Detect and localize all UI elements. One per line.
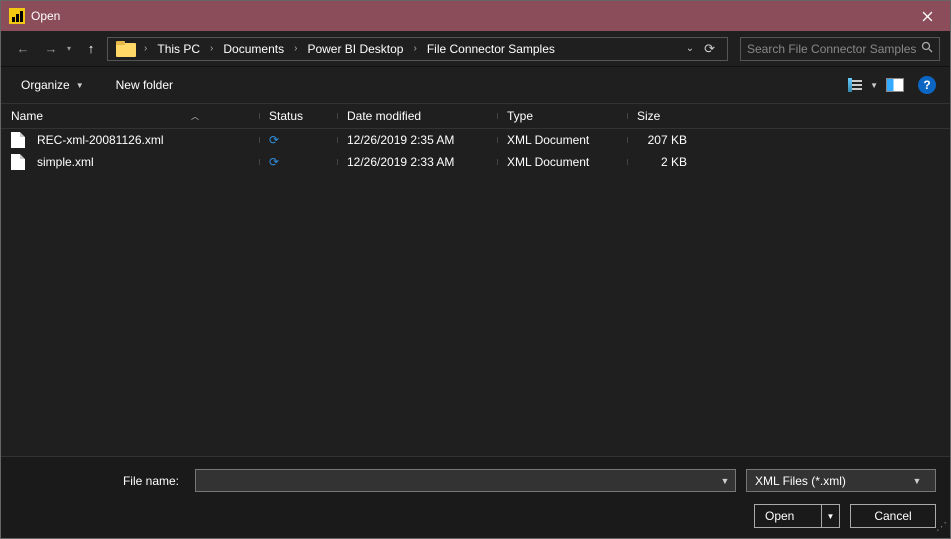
search-input[interactable]: [747, 42, 917, 56]
breadcrumb-item[interactable]: Power BI Desktop: [303, 40, 407, 58]
app-icon: [9, 8, 25, 24]
window-title: Open: [31, 9, 60, 23]
file-icon: [11, 132, 25, 148]
open-button[interactable]: Open ▼: [754, 504, 840, 528]
chevron-right-icon: ›: [138, 43, 153, 54]
organize-button[interactable]: Organize ▼: [15, 74, 90, 96]
file-size: 2 KB: [627, 155, 717, 169]
sync-icon: ⟳: [269, 133, 279, 147]
open-label: Open: [765, 509, 794, 523]
breadcrumb-item[interactable]: This PC: [153, 40, 204, 58]
address-bar[interactable]: › This PC › Documents › Power BI Desktop…: [107, 37, 728, 61]
column-name[interactable]: Name ︿: [1, 109, 259, 123]
new-folder-label: New folder: [116, 78, 173, 92]
open-dialog: Open ← → ▾ ↑ › This PC › Documents › Pow…: [0, 0, 951, 539]
chevron-down-icon: ▼: [76, 81, 84, 90]
file-date: 12/26/2019 2:33 AM: [337, 155, 497, 169]
chevron-right-icon: ›: [204, 43, 219, 54]
navbar: ← → ▾ ↑ › This PC › Documents › Power BI…: [1, 31, 950, 67]
chevron-right-icon: ›: [407, 43, 422, 54]
file-name: simple.xml: [37, 155, 94, 169]
preview-pane-button[interactable]: [886, 78, 904, 92]
sync-icon: ⟳: [269, 155, 279, 169]
recent-locations-dropdown[interactable]: ▾: [67, 44, 71, 53]
chevron-down-icon: ▼: [907, 476, 927, 486]
help-button[interactable]: ?: [918, 76, 936, 94]
chevron-down-icon: ▼: [870, 81, 878, 90]
chevron-down-icon[interactable]: ▼: [715, 476, 735, 486]
view-options-button[interactable]: ▼: [842, 78, 878, 92]
column-status[interactable]: Status: [259, 109, 337, 123]
file-rows: REC-xml-20081126.xml ⟳ 12/26/2019 2:35 A…: [1, 129, 950, 456]
cancel-label: Cancel: [874, 509, 911, 523]
file-list: Name ︿ Status Date modified Type Size RE…: [1, 103, 950, 456]
new-folder-button[interactable]: New folder: [110, 74, 179, 96]
close-button[interactable]: [904, 1, 950, 31]
cancel-button[interactable]: Cancel: [850, 504, 936, 528]
file-row[interactable]: REC-xml-20081126.xml ⟳ 12/26/2019 2:35 A…: [1, 129, 950, 151]
file-type-filter[interactable]: XML Files (*.xml) ▼: [746, 469, 936, 492]
breadcrumb-item[interactable]: File Connector Samples: [423, 40, 559, 58]
column-type[interactable]: Type: [497, 109, 627, 123]
up-button[interactable]: ↑: [79, 37, 103, 61]
resize-grip[interactable]: ⋰: [936, 524, 948, 536]
refresh-button[interactable]: ⟳: [704, 41, 715, 57]
search-box[interactable]: [740, 37, 940, 61]
column-size[interactable]: Size: [627, 109, 717, 123]
filename-field[interactable]: ▼: [195, 469, 736, 492]
file-type: XML Document: [497, 155, 627, 169]
file-name: REC-xml-20081126.xml: [37, 133, 164, 147]
filename-label: File name:: [15, 474, 185, 488]
forward-button[interactable]: →: [39, 37, 63, 61]
file-date: 12/26/2019 2:35 AM: [337, 133, 497, 147]
file-icon: [11, 154, 25, 170]
open-split-dropdown[interactable]: ▼: [821, 505, 839, 527]
folder-icon: [116, 41, 136, 57]
column-date[interactable]: Date modified: [337, 109, 497, 123]
chevron-right-icon: ›: [288, 43, 303, 54]
filter-label: XML Files (*.xml): [755, 474, 846, 488]
chevron-down-icon[interactable]: ⌄: [686, 43, 694, 54]
search-icon[interactable]: [921, 41, 933, 56]
filename-input[interactable]: [196, 474, 715, 488]
file-size: 207 KB: [627, 133, 717, 147]
back-button[interactable]: ←: [11, 37, 35, 61]
view-icon: [848, 78, 866, 92]
sort-asc-icon: ︿: [191, 111, 249, 122]
column-headers: Name ︿ Status Date modified Type Size: [1, 103, 950, 129]
file-type: XML Document: [497, 133, 627, 147]
footer: File name: ▼ XML Files (*.xml) ▼ Open ▼ …: [1, 456, 950, 538]
toolbar: Organize ▼ New folder ▼ ?: [1, 67, 950, 103]
file-row[interactable]: simple.xml ⟳ 12/26/2019 2:33 AM XML Docu…: [1, 151, 950, 173]
organize-label: Organize: [21, 78, 70, 92]
breadcrumb-item[interactable]: Documents: [219, 40, 288, 58]
titlebar: Open: [1, 1, 950, 31]
close-icon: [922, 11, 933, 22]
